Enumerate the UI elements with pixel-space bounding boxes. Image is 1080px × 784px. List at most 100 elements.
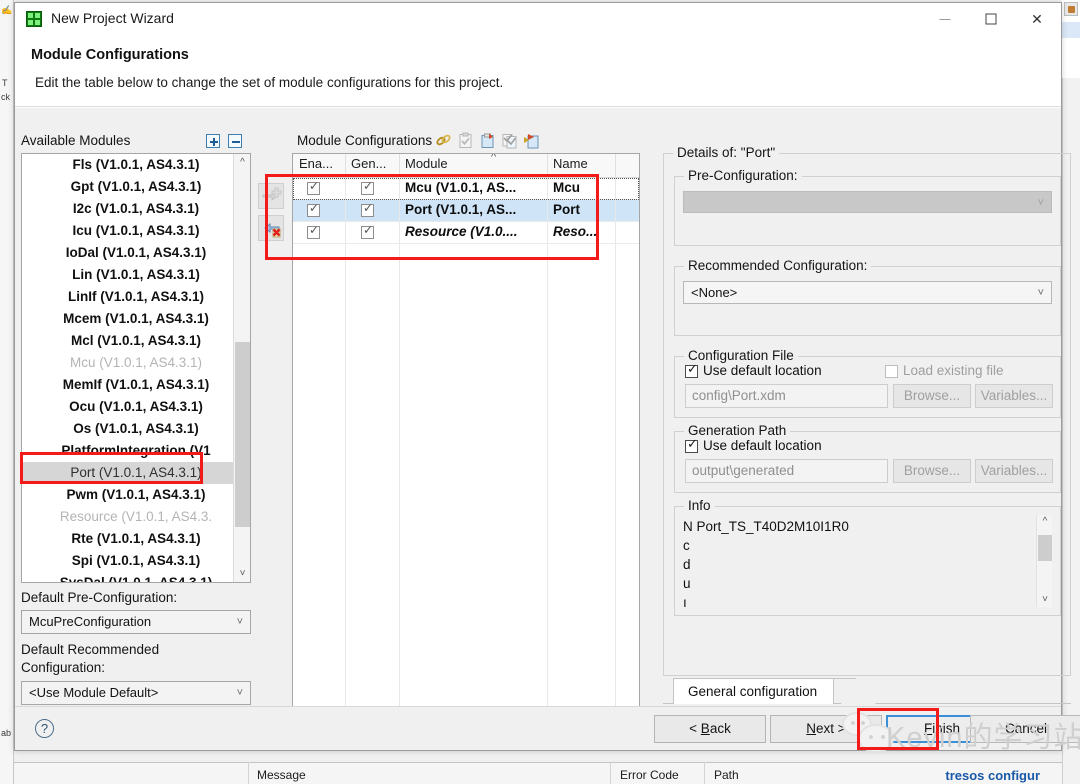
module-list-item[interactable]: Rte (V1.0.1, AS4.3.1) [22,528,250,550]
module-list-item[interactable]: Ocu (V1.0.1, AS4.3.1) [22,396,250,418]
module-list-item[interactable]: Lin (V1.0.1, AS4.3.1) [22,264,250,286]
config-use-default-checkbox[interactable] [685,361,698,378]
info-scroll-up-icon[interactable]: ^ [1037,515,1053,529]
background-right-button[interactable] [1064,2,1078,16]
scroll-up-icon[interactable]: ^ [234,154,250,171]
genpath-use-default-checkbox[interactable] [685,436,698,453]
new-project-wizard-dialog: New Project Wizard ✕ Module Configuratio… [14,2,1080,751]
dialog-body: Available Modules Fls (V1.0.1, AS4.3.1) G… [15,108,1071,708]
generation-path-input[interactable]: output\generated [685,459,888,483]
module-list-item[interactable]: LinIf (V1.0.1, AS4.3.1) [22,286,250,308]
row-generate-checkbox[interactable] [361,223,374,239]
default-recommended-configuration-select[interactable]: <Use Module Default> ˅ [21,681,251,705]
recommended-configuration-group: Recommended Configuration: <None> ˅ [674,258,1061,336]
help-icon[interactable]: ? [35,719,54,738]
import-config-icon[interactable] [523,132,540,149]
back-button[interactable]: < Back [654,715,766,743]
new-config-icon[interactable] [479,132,496,149]
module-list-item[interactable]: PlatformIntegration (V1 [22,440,250,462]
default-recommended-configuration-value: <Use Module Default> [29,685,159,700]
add-module-icon[interactable] [258,183,284,209]
tab-general-configuration[interactable]: General configuration [673,678,835,704]
row-generate-checkbox[interactable] [361,201,374,217]
minimize-icon[interactable] [922,3,968,34]
row-enabled-checkbox[interactable] [307,223,320,239]
row-enabled-checkbox[interactable] [307,179,320,195]
row-config-name: Reso... [553,224,598,239]
load-existing-file-checkbox[interactable] [885,365,898,378]
sort-ascending-icon: ^ [491,153,497,163]
cancel-button[interactable]: Cancel [970,715,1080,743]
generation-path-label: Generation Path [684,423,791,438]
row-enabled-checkbox[interactable] [307,201,320,217]
module-configurations-table[interactable]: Ena... Gen... Module ^ Name Mcu (V1.0.1,… [292,153,640,708]
row-module-name: Resource (V1.0.... [405,224,518,239]
config-file-path-value: config\Port.xdm [692,388,786,403]
close-icon[interactable]: ✕ [1014,3,1060,34]
info-scrollbar-thumb[interactable] [1038,535,1052,561]
info-scrollbar[interactable]: ^ ˅ [1036,515,1052,607]
config-browse-button[interactable]: Browse... [893,384,971,408]
pre-configuration-select[interactable]: ˅ [683,191,1052,213]
scroll-down-icon[interactable]: ˅ [234,565,250,582]
load-existing-file-label: Load existing file [903,363,1004,378]
default-recommended-configuration-label: Default Recommended Configuration: [21,642,160,675]
link-icon[interactable] [435,132,452,149]
maximize-icon[interactable] [968,3,1014,34]
recommended-configuration-value: <None> [691,285,738,300]
info-text-content: Ν Port_TS_T40D2M10I1R0 c d u ı [683,517,1033,612]
validate-icon[interactable] [457,132,474,149]
module-list-item[interactable]: Gpt (V1.0.1, AS4.3.1) [22,176,250,198]
module-list-item[interactable]: Mcu (V1.0.1, AS4.3.1) [22,352,250,374]
background-text-ab: ab [1,728,12,738]
config-file-path-input[interactable]: config\Port.xdm [685,384,888,408]
module-list-item[interactable]: IoDal (V1.0.1, AS4.3.1) [22,242,250,264]
genpath-use-default-label: Use default location [703,438,822,453]
module-list-item[interactable]: Spi (V1.0.1, AS4.3.1) [22,550,250,572]
module-list-item[interactable]: Mcem (V1.0.1, AS4.3.1) [22,308,250,330]
column-header-enabled[interactable]: Ena... [299,156,333,171]
details-group-label: Details of: "Port" [673,145,780,160]
available-modules-scrollbar[interactable]: ^ ˅ [233,154,250,582]
column-header-name[interactable]: Name [553,156,588,171]
page-subtitle: Edit the table below to change the set o… [35,75,504,90]
module-list-item[interactable]: Port (V1.0.1, AS4.3.1) [22,462,250,484]
info-line: d [683,557,691,572]
available-modules-list[interactable]: Fls (V1.0.1, AS4.3.1) Gpt (V1.0.1, AS4.3.… [21,153,251,583]
module-list-item[interactable]: Mcl (V1.0.1, AS4.3.1) [22,330,250,352]
module-list-item[interactable]: Pwm (V1.0.1, AS4.3.1) [22,484,250,506]
info-scroll-down-icon[interactable]: ˅ [1037,593,1053,607]
details-group: Details of: "Port" Pre-Configuration: ˅ … [663,145,1071,676]
module-configurations-label: Module Configurations [297,133,433,148]
module-list-item[interactable]: MemIf (V1.0.1, AS4.3.1) [22,374,250,396]
default-pre-configuration-select[interactable]: McuPreConfiguration ˅ [21,610,251,634]
row-generate-checkbox[interactable] [361,179,374,195]
scrollbar-thumb[interactable] [235,342,250,527]
module-list-item[interactable]: I2c (V1.0.1, AS4.3.1) [22,198,250,220]
module-list-item[interactable]: Fls (V1.0.1, AS4.3.1) [22,154,250,176]
background-text-t: T [2,78,8,88]
genpath-browse-button[interactable]: Browse... [893,459,971,483]
copy-config-icon[interactable] [501,132,518,149]
module-list-item[interactable]: Icu (V1.0.1, AS4.3.1) [22,220,250,242]
module-list-item[interactable]: SysDal (V1.0.1, AS4.3.1) [22,572,250,582]
next-button[interactable]: Next > [770,715,882,743]
expand-all-icon[interactable] [206,134,220,148]
module-list-item[interactable]: Resource (V1.0.1, AS4.3. [22,506,250,528]
collapse-all-icon[interactable] [228,134,242,148]
pre-configuration-group: Pre-Configuration: ˅ [674,168,1061,246]
module-list-item[interactable]: Os (V1.0.1, AS4.3.1) [22,418,250,440]
dialog-header: Module Configurations Edit the table bel… [15,35,1061,107]
row-module-name: Mcu (V1.0.1, AS... [405,180,517,195]
recommended-configuration-select[interactable]: <None> ˅ [683,281,1052,304]
genpath-variables-button[interactable]: Variables... [975,459,1053,483]
column-header-generate[interactable]: Gen... [351,156,386,171]
config-variables-button[interactable]: Variables... [975,384,1053,408]
remove-module-icon[interactable] [258,215,284,241]
background-left-toolbar: ✍ T ck ab [0,0,14,784]
recommended-configuration-label: Recommended Configuration: [684,258,872,273]
default-pre-configuration-label: Default Pre-Configuration: [21,590,178,605]
details-tabstrip: General configuration [663,676,1071,706]
info-label: Info [684,498,715,513]
column-header-module[interactable]: Module [405,156,448,171]
